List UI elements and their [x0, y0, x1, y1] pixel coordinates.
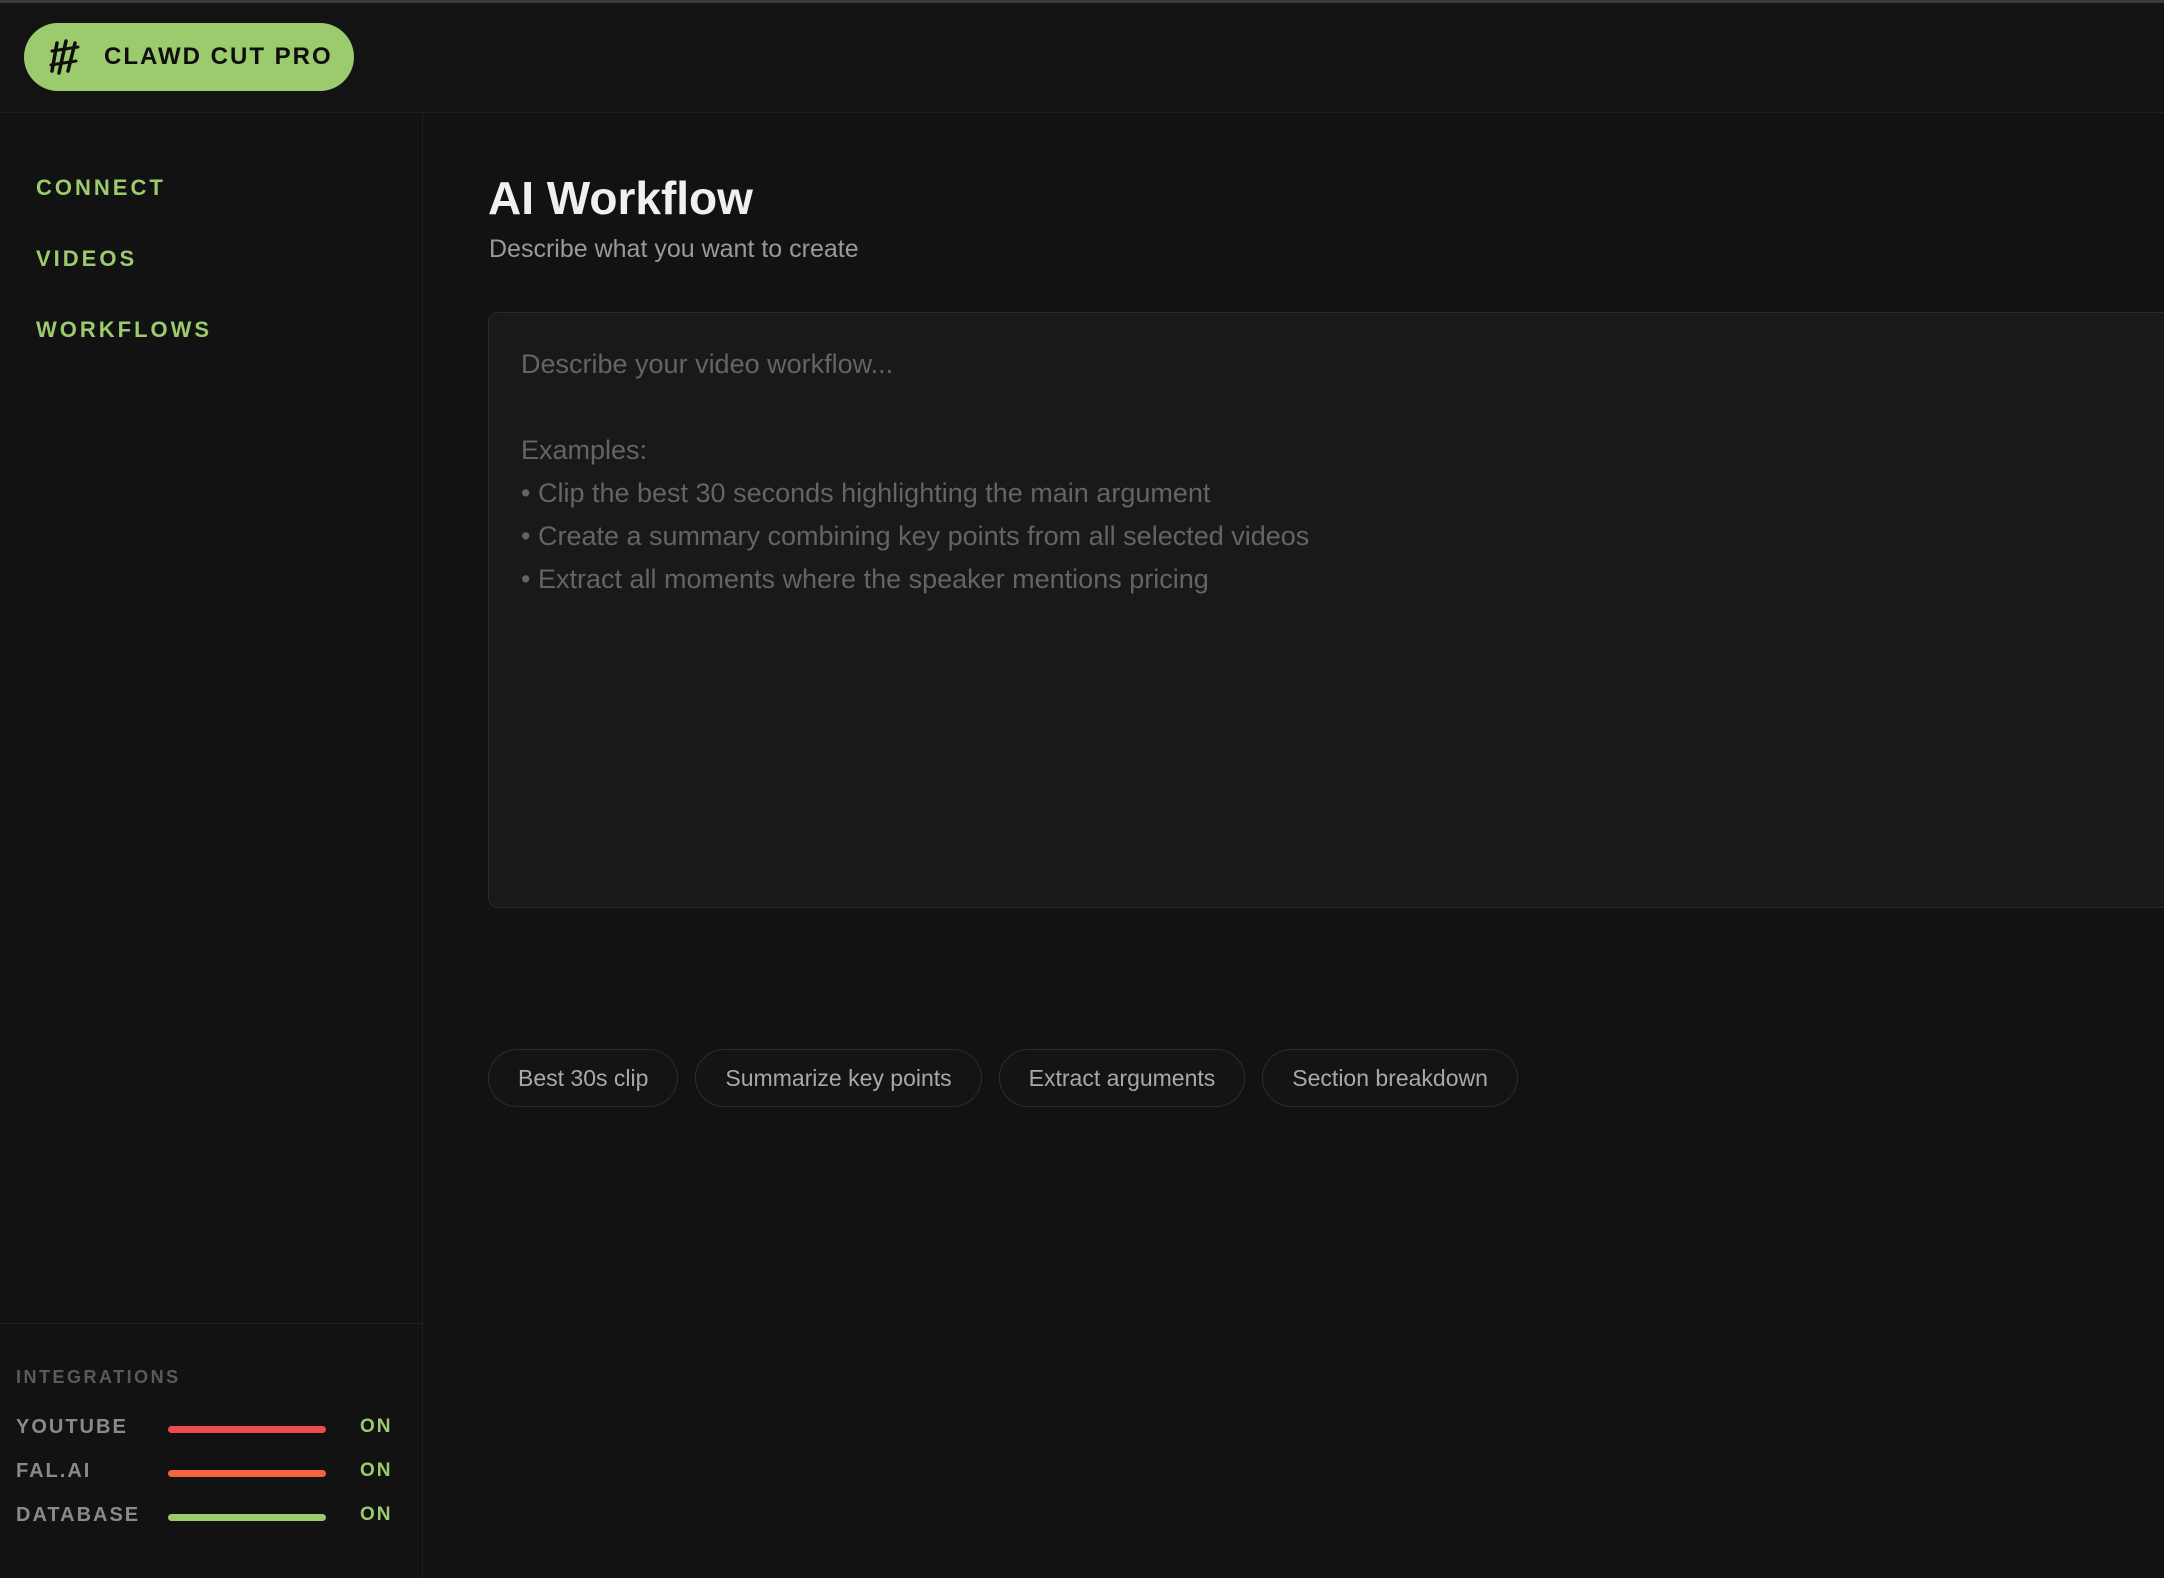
integration-row-falai: FAL.AI ON	[16, 1457, 406, 1487]
chip-summarize-key-points[interactable]: Summarize key points	[695, 1049, 982, 1107]
workflow-prompt-input[interactable]	[489, 313, 2164, 907]
integration-name: FAL.AI	[16, 1460, 92, 1482]
sidebar: CONNECT VIDEOS WORKFLOWS INTEGRATIONS YO…	[0, 113, 423, 1578]
integration-row-youtube: YOUTUBE ON	[16, 1413, 406, 1443]
nav-item-workflows[interactable]: WORKFLOWS	[36, 317, 212, 343]
integrations-panel: INTEGRATIONS YOUTUBE ON FAL.AI ON DATABA…	[0, 1323, 422, 1578]
nav-item-videos[interactable]: VIDEOS	[36, 246, 137, 272]
chip-section-breakdown[interactable]: Section breakdown	[1262, 1049, 1518, 1107]
integration-status-bar	[168, 1514, 326, 1521]
integration-status: ON	[360, 1460, 393, 1481]
page-subtitle: Describe what you want to create	[489, 235, 859, 263]
workflow-prompt-box	[488, 312, 2164, 908]
chip-best-30s-clip[interactable]: Best 30s clip	[488, 1049, 679, 1107]
top-bar: CLAWD CUT PRO	[0, 0, 2164, 113]
main-content: AI Workflow Describe what you want to cr…	[423, 113, 2164, 1578]
suggestion-chips: Best 30s clip Summarize key points Extra…	[488, 1049, 1518, 1107]
integration-name: DATABASE	[16, 1504, 141, 1526]
chip-extract-arguments[interactable]: Extract arguments	[998, 1049, 1246, 1107]
brand-label: CLAWD CUT PRO	[104, 43, 333, 70]
integration-status: ON	[360, 1504, 393, 1525]
claw-slash-icon	[46, 35, 84, 79]
integration-status-bar	[168, 1426, 326, 1433]
nav-item-connect[interactable]: CONNECT	[36, 175, 166, 201]
integration-name: YOUTUBE	[16, 1416, 128, 1438]
integration-row-database: DATABASE ON	[16, 1501, 406, 1531]
page-title: AI Workflow	[488, 172, 753, 224]
integrations-title: INTEGRATIONS	[16, 1367, 181, 1387]
integration-status: ON	[360, 1416, 393, 1437]
integration-status-bar	[168, 1470, 326, 1477]
brand-button[interactable]: CLAWD CUT PRO	[24, 23, 354, 91]
